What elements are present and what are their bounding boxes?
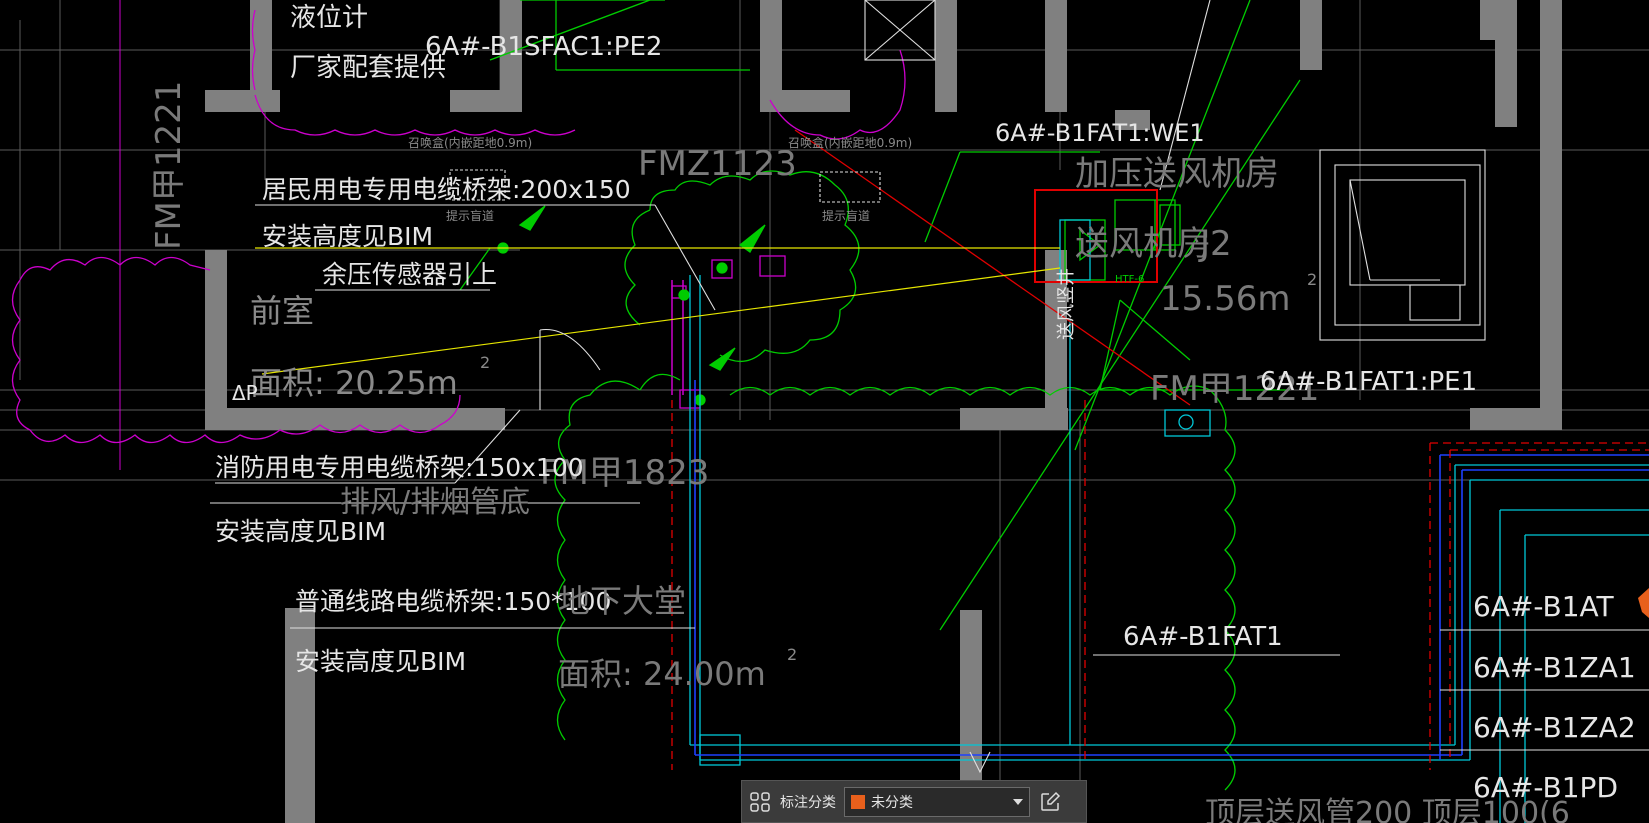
resid-tray-label: 居民用电专用电缆桥架:200x150 [262,175,631,204]
partial-marker-icon [1638,588,1649,618]
room-area-sup: 2 [1307,270,1317,289]
hall-area-label: 面积: 24.00m [558,655,766,693]
tag-za1: 6A#-B1ZA1 [1473,651,1636,684]
edit-icon[interactable] [1030,780,1070,823]
bottom-cut-label: 顶层送风管200 顶层100(6 [1205,796,1570,823]
dp-label: ΔP [232,381,258,405]
cad-drawing-canvas[interactable]: 液位计 厂家配套提供 6A#-B1SFAC1:PE2 FMZ1123 召唤盒(内… [0,0,1649,823]
vertical-we-label: 送风竖井 [1056,268,1077,340]
tag-za2: 6A#-B1ZA2 [1473,711,1636,744]
exhaust-label: 排风/排烟管底 [340,485,530,520]
fire-tray-label: 消防用电专用电缆桥架:150x100 [215,453,584,482]
walls [205,0,1562,823]
call-box-left: 召唤盒(内嵌距地0.9m) [408,135,532,150]
pressurized-room-label: 加压送风机房 [1075,154,1279,194]
hint-right: 提示盲道 [822,208,870,223]
category-label: 标注分类 [780,793,836,810]
category-dropdown[interactable]: 未分类 [844,786,1030,817]
hall-area-sup: 2 [787,645,797,664]
level-gauge-label: 液位计 [290,3,368,33]
front-room-label: 前室 [250,292,314,330]
front-area-sup: 2 [480,353,490,372]
tag-fat-we1: 6A#-B1FAT1:WE1 [995,119,1205,147]
chevron-down-icon [1013,798,1023,805]
tag-fat-pe1: 6A#-B1FAT1:PE1 [1260,367,1477,397]
category-color-swatch [851,794,865,809]
normal-height-label: 安装高度见BIM [295,647,466,676]
room-area-label: 15.56m [1160,279,1290,319]
front-area-label: 面积: 20.25m [250,364,458,402]
supplier-label: 厂家配套提供 [290,53,446,83]
fire-height-label: 安装高度见BIM [215,517,386,546]
tag-fat1: 6A#-B1FAT1 [1123,622,1283,652]
fmz-code-label: FMZ1123 [638,144,797,184]
grid-menu-icon[interactable] [742,780,778,823]
supply-fan-label: 送风机房 [1075,224,1211,264]
category-value: 未分类 [871,793,913,810]
hint-left: 提示盲道 [446,208,494,223]
htf-label: HTF-6 [1115,274,1144,285]
annotation-toolbar: 标注分类 未分类 [741,780,1087,823]
room-j2-label: J2 [1198,224,1232,264]
hall-label: 地下大堂 [558,582,686,620]
resid-height-label: 安装高度见BIM [262,222,433,251]
pressure-sensor-label: 余压传感器引上 [322,260,497,289]
tag-at: 6A#-B1AT [1473,590,1615,623]
call-box-right: 召唤盒(内嵌距地0.9m) [788,135,912,150]
tag-sfac-pe2: 6A#-B1SFAC1:PE2 [425,32,662,62]
fm-jia-1221-label: FM甲1221 [149,81,189,250]
